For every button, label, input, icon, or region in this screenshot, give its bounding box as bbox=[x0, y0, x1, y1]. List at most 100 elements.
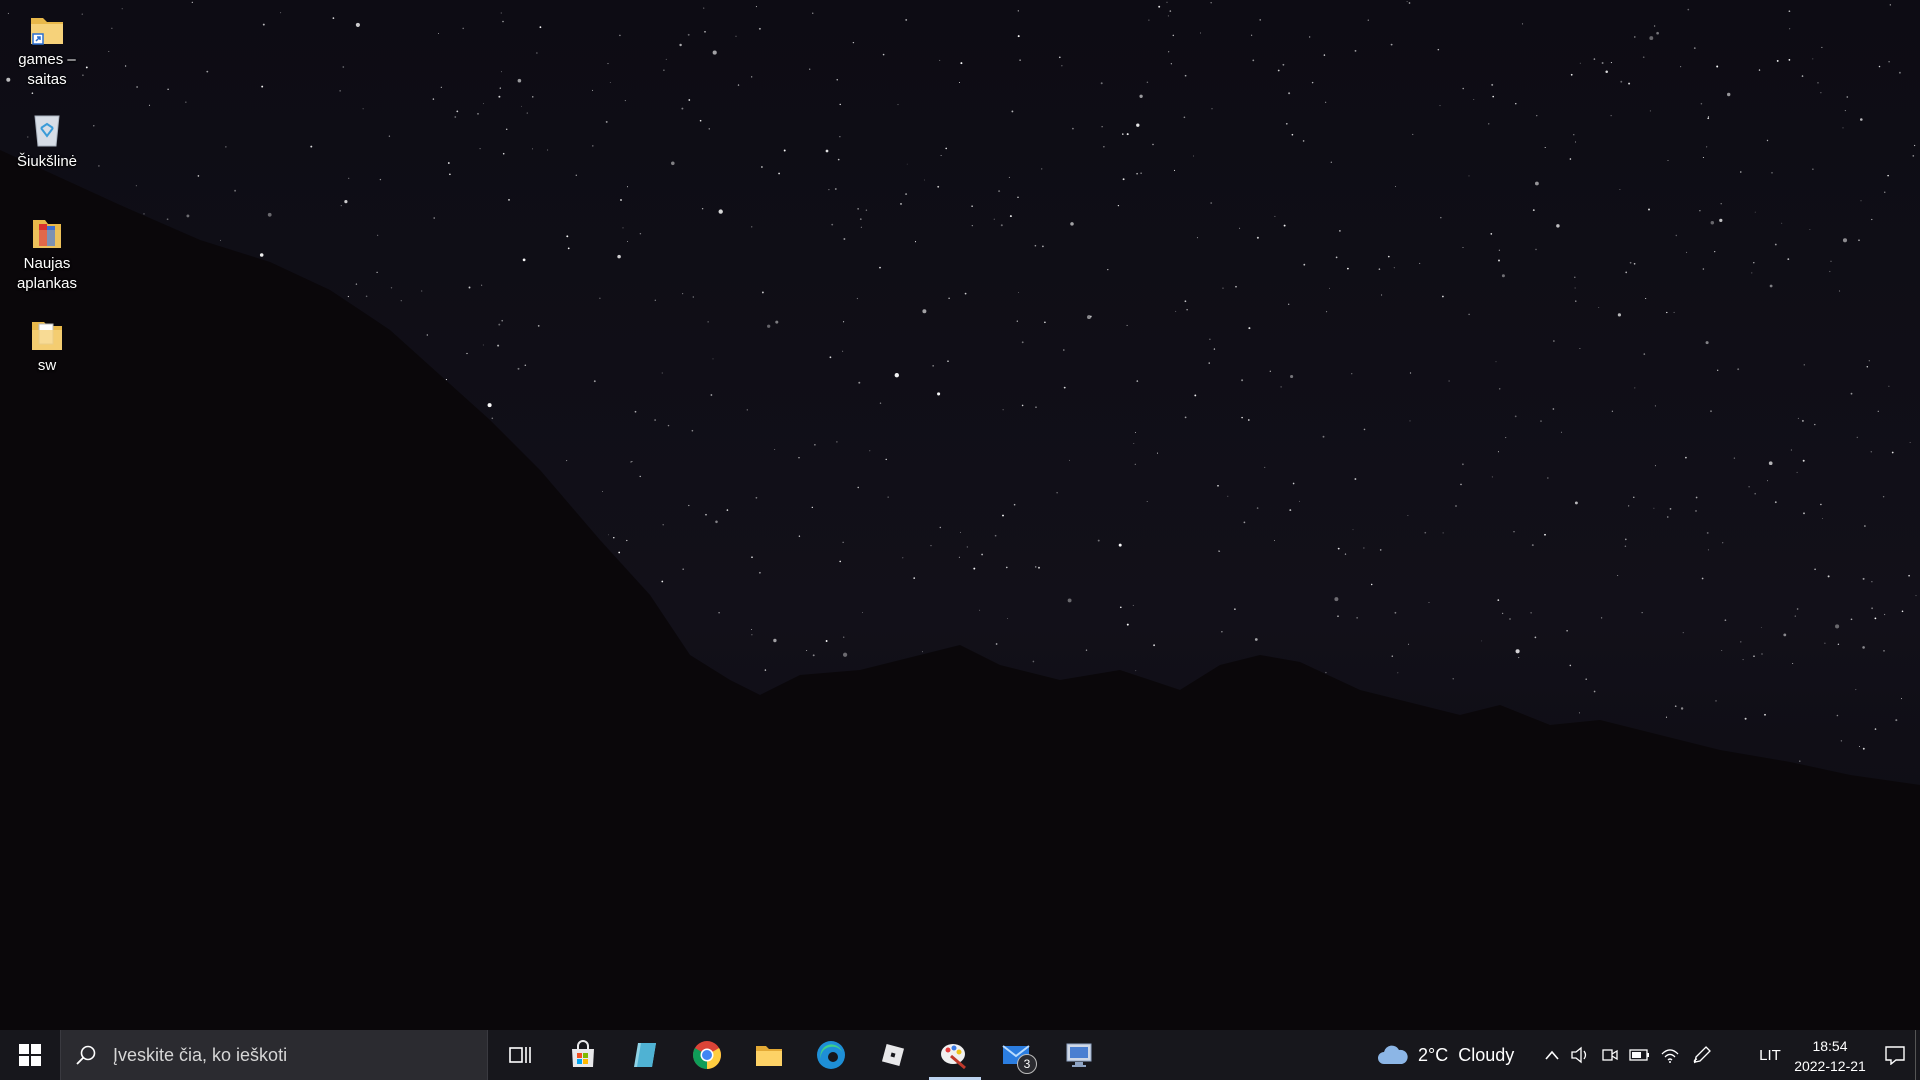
star bbox=[566, 460, 568, 462]
star bbox=[966, 546, 968, 548]
star bbox=[885, 458, 887, 461]
star bbox=[1021, 404, 1024, 407]
star bbox=[905, 18, 908, 21]
star bbox=[682, 568, 685, 571]
star bbox=[1134, 463, 1136, 465]
star bbox=[1175, 310, 1177, 312]
star bbox=[1248, 327, 1251, 330]
star bbox=[1166, 1, 1168, 3]
battery-button[interactable] bbox=[1626, 1030, 1654, 1080]
star bbox=[639, 475, 641, 478]
star bbox=[376, 271, 378, 274]
star bbox=[98, 165, 100, 167]
star bbox=[829, 356, 832, 359]
star bbox=[964, 292, 967, 295]
meet-now-button[interactable] bbox=[1596, 1030, 1624, 1080]
star bbox=[1754, 492, 1756, 495]
taskbar-app-remote-desktop[interactable] bbox=[1049, 1030, 1109, 1080]
taskbar-app-chrome[interactable] bbox=[677, 1030, 737, 1080]
pen-workspace-button[interactable] bbox=[1688, 1030, 1716, 1080]
star bbox=[1699, 210, 1701, 212]
star bbox=[1354, 49, 1357, 52]
star bbox=[1579, 347, 1581, 350]
star bbox=[688, 99, 691, 101]
show-hidden-icons-button[interactable] bbox=[1538, 1030, 1566, 1080]
star bbox=[1534, 636, 1537, 639]
star bbox=[1633, 496, 1635, 498]
start-button[interactable] bbox=[0, 1030, 60, 1080]
star bbox=[1158, 5, 1161, 8]
star bbox=[1803, 364, 1805, 366]
volume-button[interactable] bbox=[1566, 1030, 1594, 1080]
star bbox=[624, 100, 626, 102]
star bbox=[449, 173, 451, 176]
star bbox=[400, 300, 402, 302]
search-input[interactable] bbox=[111, 1043, 475, 1067]
star bbox=[508, 199, 510, 201]
taskbar-search-box[interactable] bbox=[60, 1030, 488, 1080]
desktop-icon-games-saitas[interactable]: games – saitas bbox=[8, 0, 86, 90]
star bbox=[1264, 466, 1266, 468]
star bbox=[267, 212, 272, 217]
star bbox=[1593, 690, 1596, 693]
taskbar-app-microsoft-store[interactable] bbox=[553, 1030, 613, 1080]
taskbar-app-notepad[interactable] bbox=[615, 1030, 675, 1080]
chevron-up-icon bbox=[1545, 1050, 1559, 1060]
star bbox=[1009, 215, 1012, 218]
weather-widget[interactable]: 2°C Cloudy bbox=[1376, 1030, 1514, 1080]
star bbox=[438, 32, 440, 34]
taskbar-app-mail[interactable]: 3 bbox=[987, 1030, 1047, 1080]
folder-red-icon bbox=[27, 212, 67, 252]
star bbox=[1790, 449, 1792, 451]
star bbox=[1560, 431, 1562, 433]
star bbox=[1409, 420, 1411, 422]
taskbar-app-file-explorer[interactable] bbox=[739, 1030, 799, 1080]
star bbox=[1183, 116, 1186, 119]
task-view-button[interactable] bbox=[490, 1030, 550, 1080]
star bbox=[1724, 619, 1727, 622]
star bbox=[937, 392, 941, 396]
taskbar-app-paint[interactable] bbox=[925, 1030, 985, 1080]
desktop-icon-naujas-aplankas[interactable]: Naujas aplankas bbox=[8, 204, 86, 294]
desktop-icon-sw[interactable]: sw bbox=[8, 306, 86, 376]
star bbox=[1391, 655, 1394, 657]
desktop-icon-label: games – saitas bbox=[18, 51, 76, 88]
show-desktop-button[interactable] bbox=[1915, 1030, 1920, 1080]
star bbox=[665, 58, 667, 60]
star bbox=[1136, 380, 1139, 382]
star bbox=[1850, 392, 1853, 395]
star bbox=[219, 239, 221, 241]
star bbox=[1687, 8, 1690, 11]
star bbox=[1235, 285, 1237, 288]
action-center-button[interactable] bbox=[1870, 1030, 1920, 1080]
star bbox=[1408, 643, 1410, 645]
star bbox=[687, 33, 690, 36]
star bbox=[1788, 59, 1791, 61]
star bbox=[1771, 171, 1773, 174]
star bbox=[1290, 374, 1294, 379]
star bbox=[479, 147, 481, 150]
star bbox=[1544, 533, 1546, 536]
star bbox=[1513, 531, 1515, 533]
edge-icon bbox=[817, 1041, 845, 1069]
star bbox=[1041, 168, 1043, 170]
star bbox=[1473, 98, 1475, 100]
desktop-icon-recycle-bin[interactable]: Šiukšlinė bbox=[8, 102, 86, 172]
star bbox=[998, 190, 1001, 193]
star bbox=[1788, 10, 1791, 13]
star bbox=[798, 456, 800, 459]
star bbox=[667, 424, 670, 427]
star bbox=[860, 226, 862, 228]
network-button[interactable] bbox=[1656, 1030, 1684, 1080]
taskbar-app-edge[interactable] bbox=[801, 1030, 861, 1080]
taskbar-app-roblox[interactable] bbox=[863, 1030, 923, 1080]
star bbox=[1781, 222, 1783, 224]
star bbox=[1481, 640, 1483, 642]
star bbox=[971, 224, 973, 227]
star bbox=[1395, 185, 1396, 187]
star bbox=[1034, 244, 1037, 247]
star bbox=[1132, 604, 1134, 606]
star bbox=[1629, 261, 1632, 264]
star bbox=[1862, 646, 1865, 649]
star bbox=[1122, 133, 1124, 135]
